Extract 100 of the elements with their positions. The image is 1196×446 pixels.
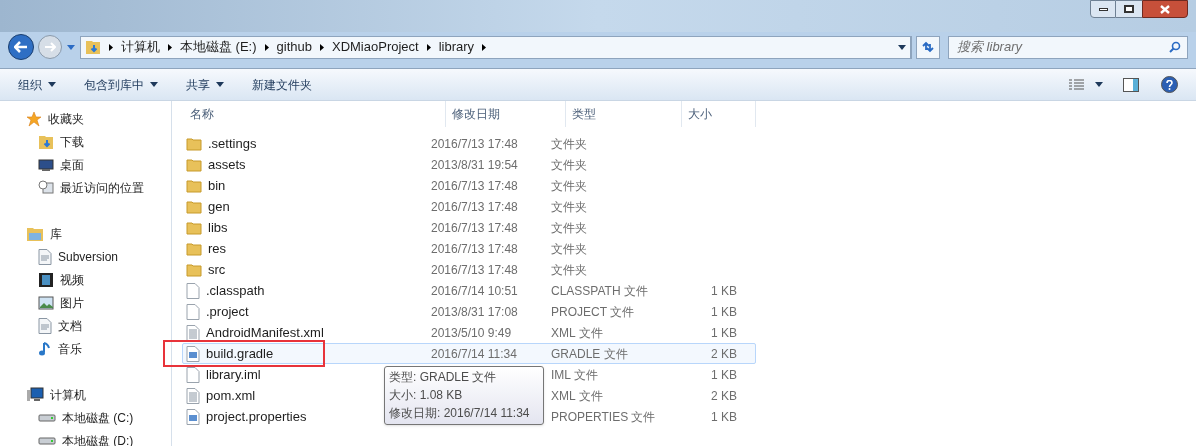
view-options-button[interactable] xyxy=(1069,78,1103,91)
tooltip-line: 修改日期: 2016/7/14 11:34 xyxy=(389,405,531,422)
computer-icon xyxy=(26,386,44,403)
modified-date: 2016/7/14 11:34 xyxy=(431,346,517,361)
help-button[interactable] xyxy=(1161,76,1178,93)
caret-icon xyxy=(150,82,158,87)
column-header[interactable]: 大小 xyxy=(682,101,756,127)
file-type: PROPERTIES 文件 xyxy=(551,409,656,424)
back-button[interactable] xyxy=(8,34,34,60)
chevron-right-icon xyxy=(482,43,487,51)
file-size: 2 KB xyxy=(711,346,737,361)
modified-date: 2016/7/13 17:48 xyxy=(431,262,518,277)
download-folder-icon xyxy=(85,39,101,55)
file-name: .project xyxy=(206,302,249,321)
nav-item[interactable]: 文档 xyxy=(26,314,171,337)
file-icon xyxy=(186,366,200,383)
file-name: build.gradle xyxy=(206,344,274,363)
column-header[interactable]: 名称 xyxy=(182,101,446,127)
caret-icon xyxy=(897,44,906,50)
file-size: 1 KB xyxy=(711,367,737,382)
search-icon xyxy=(1169,41,1181,53)
modified-date: 2013/5/10 9:49 xyxy=(431,325,512,340)
minimize-button[interactable] xyxy=(1090,0,1116,18)
file-name: bin xyxy=(208,176,226,195)
caret-icon xyxy=(1095,82,1103,87)
nav-item[interactable]: 视频 xyxy=(26,268,171,291)
close-button[interactable] xyxy=(1142,0,1188,18)
nav-item[interactable]: 最近访问的位置 xyxy=(26,176,171,199)
folder-icon xyxy=(186,178,202,193)
settings-file-icon xyxy=(186,345,200,362)
chevron-right-icon xyxy=(109,43,113,51)
folder-icon xyxy=(186,241,202,256)
nav-group-item[interactable]: 收藏夹 xyxy=(26,107,171,130)
film-icon xyxy=(38,271,54,288)
file-type: IML 文件 xyxy=(551,367,598,382)
nav-item[interactable]: 本地磁盘 (C:) xyxy=(26,406,171,429)
nav-group-item[interactable]: 计算机 xyxy=(26,383,171,406)
toolbar-button[interactable]: 共享 xyxy=(186,75,224,94)
question-mark-icon xyxy=(1166,79,1173,90)
breadcrumb[interactable]: XDMiaoProject xyxy=(332,37,419,57)
search-input[interactable]: 搜索 library xyxy=(957,37,1169,57)
file-size: 1 KB xyxy=(711,283,737,298)
toolbar-button[interactable]: 组织 xyxy=(18,75,56,94)
search-field[interactable]: 搜索 library xyxy=(948,35,1188,59)
chevron-right-icon xyxy=(264,43,269,51)
settings-file-icon xyxy=(186,408,200,425)
document-icon xyxy=(38,317,52,334)
file-name: gen xyxy=(208,197,230,216)
modified-date: 2016/7/13 17:48 xyxy=(431,178,518,193)
monitor-icon xyxy=(38,157,54,172)
close-icon xyxy=(1160,4,1170,14)
chevron-right-icon xyxy=(168,43,172,51)
preview-pane-button[interactable] xyxy=(1123,77,1139,92)
tooltip-line: 类型: GRADLE 文件 xyxy=(389,369,498,386)
breadcrumb[interactable]: library xyxy=(438,37,475,57)
drive-icon xyxy=(38,413,56,422)
column-header[interactable]: 类型 xyxy=(566,101,682,127)
recent-places-icon xyxy=(38,179,54,196)
file-size: 1 KB xyxy=(711,304,737,319)
hovered-file-row[interactable]: build.gradle 2016/7/14 11:34 GRADLE 文件 2 KB xyxy=(182,343,756,364)
toolbar-button[interactable]: 新建文件夹 xyxy=(252,75,312,94)
file-size: 1 KB xyxy=(711,325,737,340)
chevron-right-icon xyxy=(426,43,431,51)
breadcrumb[interactable]: github xyxy=(276,37,312,57)
folder-icon xyxy=(186,157,202,172)
file-name: res xyxy=(208,239,227,258)
file-type: PROJECT 文件 xyxy=(551,304,635,319)
file-type: 文件夹 xyxy=(551,199,587,214)
text-file-icon xyxy=(186,387,200,404)
file-size: 1 KB xyxy=(711,409,737,424)
nav-item[interactable]: Subversion xyxy=(26,245,171,268)
nav-item[interactable]: 下载 xyxy=(26,130,171,153)
breadcrumb[interactable]: 计算机 xyxy=(121,37,160,57)
nav-item[interactable]: 桌面 xyxy=(26,153,171,176)
refresh-button[interactable] xyxy=(916,35,940,59)
column-header[interactable]: 修改日期 xyxy=(446,101,566,127)
file-name: library.iml xyxy=(206,365,261,384)
caret-icon xyxy=(216,82,224,87)
toolbar-button[interactable]: 包含到库中 xyxy=(84,75,158,94)
library-folder-icon xyxy=(26,225,44,242)
file-type: CLASSPATH 文件 xyxy=(551,283,648,298)
modified-date: 2016/7/14 10:51 xyxy=(431,283,518,298)
nav-item[interactable]: 音乐 xyxy=(26,337,171,360)
nav-group-item[interactable]: 库 xyxy=(26,222,171,245)
folder-icon xyxy=(186,220,202,235)
file-name: assets xyxy=(208,155,246,174)
file-name: .settings xyxy=(208,134,257,153)
address-bar[interactable]: 计算机 本地磁盘 (E:) github XDMiaoProject library xyxy=(80,35,912,59)
caret-icon xyxy=(67,44,75,50)
maximize-button[interactable] xyxy=(1116,0,1142,18)
breadcrumb[interactable]: 本地磁盘 (E:) xyxy=(180,37,257,57)
file-name: pom.xml xyxy=(206,386,256,405)
file-type: 文件夹 xyxy=(551,262,587,277)
nav-item[interactable]: 图片 xyxy=(26,291,171,314)
file-type: 文件夹 xyxy=(551,136,587,151)
file-size: 2 KB xyxy=(711,388,737,403)
refresh-icon xyxy=(921,41,935,53)
modified-date: 2016/7/13 17:48 xyxy=(431,220,518,235)
modified-date: 2013/8/31 17:08 xyxy=(431,304,518,319)
drive-icon xyxy=(38,436,56,445)
